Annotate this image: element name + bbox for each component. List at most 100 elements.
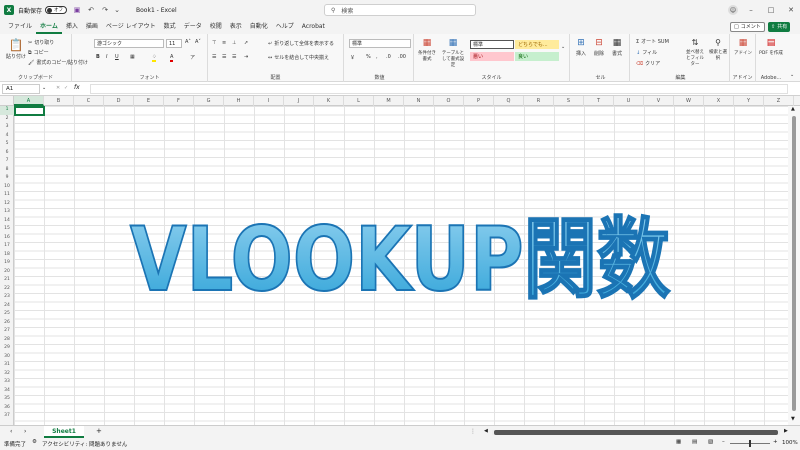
- row-header-29[interactable]: 29: [0, 344, 14, 353]
- decimal-increase-icon[interactable]: .0: [386, 54, 391, 60]
- active-cell-a1[interactable]: [14, 106, 45, 116]
- row-header-24[interactable]: 24: [0, 302, 14, 311]
- font-grow-icon[interactable]: A˄: [185, 39, 191, 45]
- align-bottom-icon[interactable]: ⊥: [232, 40, 236, 46]
- row-header-37[interactable]: 37: [0, 412, 14, 421]
- hscroll-right-icon[interactable]: ▶: [784, 428, 788, 434]
- insert-function-icon[interactable]: fx: [74, 84, 80, 91]
- page-layout-view-icon[interactable]: ▤: [692, 439, 697, 445]
- currency-icon[interactable]: ￥: [350, 54, 355, 61]
- tab-2[interactable]: 挿入: [62, 20, 82, 34]
- column-header-O[interactable]: O: [434, 96, 464, 106]
- align-center-icon[interactable]: ☰: [222, 54, 226, 60]
- align-right-icon[interactable]: ☰: [232, 54, 236, 60]
- zoom-slider[interactable]: [730, 440, 770, 447]
- column-header-C[interactable]: C: [74, 96, 104, 106]
- format-as-table-button[interactable]: ▦ テーブルとして書式設定: [440, 38, 466, 68]
- sheet-options-icon[interactable]: ⋮: [470, 428, 476, 435]
- row-header-28[interactable]: 28: [0, 336, 14, 345]
- name-box[interactable]: A1: [2, 84, 40, 94]
- row-header-25[interactable]: 25: [0, 310, 14, 319]
- styles-more-icon[interactable]: ⌄: [561, 44, 565, 50]
- row-header-3[interactable]: 3: [0, 123, 14, 132]
- fill-color-icon[interactable]: ♢: [152, 54, 157, 62]
- style-neutral[interactable]: どちらでも...: [515, 40, 559, 49]
- wrap-text-button[interactable]: ↵ 折り返して全体を表示する: [268, 40, 334, 48]
- column-header-L[interactable]: L: [344, 96, 374, 106]
- row-header-19[interactable]: 19: [0, 259, 14, 268]
- style-bad[interactable]: 悪い: [470, 52, 514, 61]
- row-header-8[interactable]: 8: [0, 166, 14, 175]
- row-header-33[interactable]: 33: [0, 378, 14, 387]
- vertical-scroll-thumb[interactable]: [792, 116, 796, 411]
- tab-5[interactable]: 数式: [160, 20, 180, 34]
- column-header-H[interactable]: H: [224, 96, 254, 106]
- row-header-20[interactable]: 20: [0, 268, 14, 277]
- border-icon[interactable]: ▦: [130, 54, 135, 60]
- row-header-1[interactable]: 1: [0, 106, 14, 115]
- add-sheet-button[interactable]: +: [96, 427, 102, 435]
- tab-8[interactable]: 表示: [226, 20, 246, 34]
- autosave-toggle[interactable]: オフ: [45, 6, 68, 14]
- confirm-entry-icon[interactable]: ✓: [64, 85, 68, 91]
- tab-11[interactable]: Acrobat: [298, 20, 329, 34]
- comment-button[interactable]: □ コメント: [730, 22, 765, 32]
- tab-6[interactable]: データ: [180, 20, 206, 34]
- cancel-entry-icon[interactable]: ✕: [56, 85, 60, 91]
- column-header-S[interactable]: S: [554, 96, 584, 106]
- row-header-35[interactable]: 35: [0, 395, 14, 404]
- row-header-15[interactable]: 15: [0, 225, 14, 234]
- font-shrink-icon[interactable]: A˅: [195, 39, 201, 45]
- align-top-icon[interactable]: ⊤: [212, 40, 216, 46]
- column-header-G[interactable]: G: [194, 96, 224, 106]
- row-header-5[interactable]: 5: [0, 140, 14, 149]
- accessibility-icon[interactable]: ⚙: [32, 439, 37, 445]
- sheet-prev-icon[interactable]: ‹: [10, 428, 12, 435]
- row-header-6[interactable]: 6: [0, 149, 14, 158]
- page-break-view-icon[interactable]: ▧: [708, 439, 713, 445]
- insert-cells-button[interactable]: ⊞ 挿入: [576, 38, 586, 57]
- scroll-up-icon[interactable]: ▲: [791, 106, 795, 112]
- style-good[interactable]: 良い: [515, 52, 559, 61]
- name-box-dropdown-icon[interactable]: ⌄: [42, 85, 46, 91]
- phonetic-icon[interactable]: ア: [190, 54, 195, 61]
- row-header-13[interactable]: 13: [0, 208, 14, 217]
- select-all-corner[interactable]: [0, 96, 14, 106]
- column-header-D[interactable]: D: [104, 96, 134, 106]
- column-header-F[interactable]: F: [164, 96, 194, 106]
- create-pdf-button[interactable]: ▤ PDF を作成: [759, 38, 783, 56]
- undo-icon[interactable]: ↶: [86, 5, 96, 15]
- ribbon-collapse-icon[interactable]: ⌄: [790, 72, 794, 78]
- sort-filter-button[interactable]: ⇅ 並べ替えとフィルター: [684, 38, 706, 67]
- row-header-4[interactable]: 4: [0, 132, 14, 141]
- quick-access-more-icon[interactable]: ⌄: [112, 5, 122, 15]
- hscroll-left-icon[interactable]: ◀: [484, 428, 488, 434]
- row-header-34[interactable]: 34: [0, 387, 14, 396]
- row-header-21[interactable]: 21: [0, 276, 14, 285]
- tab-10[interactable]: ヘルプ: [272, 20, 298, 34]
- row-header-11[interactable]: 11: [0, 191, 14, 200]
- minimize-icon[interactable]: –: [746, 5, 756, 15]
- paste-button[interactable]: 📋 貼り付け: [6, 38, 26, 60]
- zoom-level[interactable]: 100%: [782, 440, 798, 446]
- italic-icon[interactable]: I: [106, 54, 107, 60]
- indent-icon[interactable]: ⇥: [244, 54, 248, 60]
- accessibility-status[interactable]: アクセシビリティ: 問題ありません: [42, 440, 127, 448]
- search-box[interactable]: ⚲ 検索: [324, 4, 476, 16]
- clear-button[interactable]: ⌫ クリア: [636, 60, 660, 68]
- sheet-next-icon[interactable]: ›: [24, 428, 26, 435]
- share-button[interactable]: ⇧ 共有: [768, 22, 791, 32]
- row-header-16[interactable]: 16: [0, 234, 14, 243]
- autosum-button[interactable]: Σ オート SUM: [636, 38, 669, 46]
- tab-7[interactable]: 校閲: [206, 20, 226, 34]
- row-header-9[interactable]: 9: [0, 174, 14, 183]
- column-header-N[interactable]: N: [404, 96, 434, 106]
- column-header-Z[interactable]: Z: [764, 96, 794, 106]
- delete-cells-button[interactable]: ⊟ 削除: [594, 38, 604, 57]
- cut-button[interactable]: ✂ 切り取り: [28, 39, 54, 47]
- column-header-E[interactable]: E: [134, 96, 164, 106]
- maximize-icon[interactable]: □: [766, 5, 776, 15]
- zoom-slider-thumb[interactable]: [749, 440, 751, 447]
- column-header-P[interactable]: P: [464, 96, 494, 106]
- comma-icon[interactable]: ,: [376, 54, 378, 60]
